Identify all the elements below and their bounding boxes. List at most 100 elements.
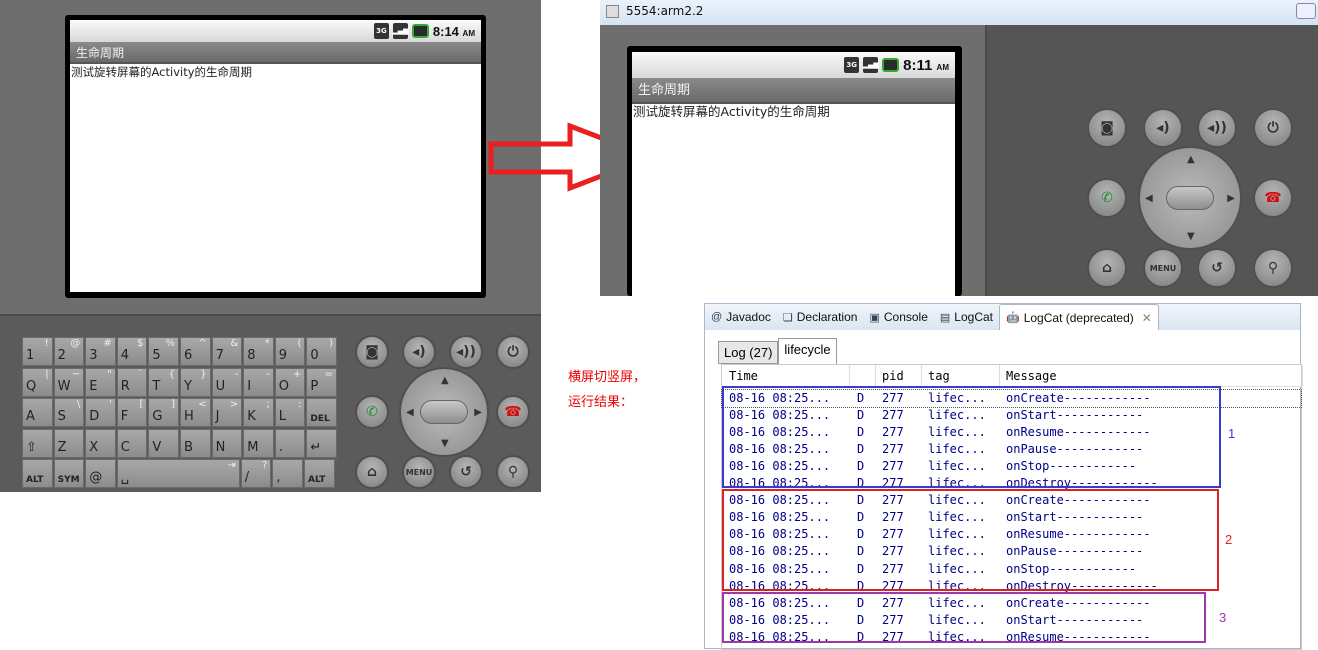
key-V[interactable]: V [148, 428, 179, 458]
key-K[interactable]: K; [243, 398, 274, 428]
column-divider[interactable] [999, 365, 1000, 387]
key-O[interactable]: O + [274, 367, 306, 397]
key-X[interactable]: X [85, 428, 116, 458]
key-1[interactable]: 1! [22, 337, 53, 366]
tab-logcat-deprecated-[interactable]: 🤖 LogCat (deprecated) ✕ [999, 304, 1159, 330]
key-T[interactable]: T{ [148, 367, 179, 397]
key-@[interactable]: @ [85, 459, 116, 489]
key-SYM[interactable]: SYM [53, 459, 85, 489]
volume-down-button[interactable]: ◂) [402, 335, 436, 369]
end-call-button[interactable]: ☎ [1253, 178, 1293, 218]
key-A[interactable]: A [22, 398, 53, 428]
key-3[interactable]: 3 # [85, 337, 116, 366]
volume-down-button[interactable]: ◂) [1143, 108, 1183, 148]
tab-javadoc[interactable]: @ Javadoc [705, 304, 777, 330]
group-label: 2 [1225, 532, 1233, 547]
dpad-down-icon[interactable]: ▼ [441, 438, 449, 449]
column-header[interactable]: Time [729, 365, 758, 387]
key-9[interactable]: 9( [274, 337, 306, 366]
camera-button[interactable]: ◙ [355, 335, 389, 369]
key-⇧[interactable]: ⇧ [22, 428, 53, 458]
key-E[interactable]: E " [85, 367, 116, 397]
dpad-right-icon[interactable]: ▶ [474, 407, 482, 418]
key-M[interactable]: M [243, 428, 274, 458]
key-4[interactable]: 4 $ [116, 337, 148, 366]
key-I[interactable]: I- [243, 367, 274, 397]
dpad[interactable]: ▲ ▼ ◀ ▶ [1138, 146, 1242, 250]
dpad-up-icon[interactable]: ▲ [441, 375, 449, 386]
key-P[interactable]: P = [306, 367, 337, 397]
power-button[interactable]: ⏻ [1253, 108, 1293, 148]
tab-console[interactable]: ▣ Console [863, 304, 933, 330]
key-/[interactable]: /? [240, 459, 272, 489]
key-ALT[interactable]: ALT [22, 459, 53, 489]
key-ALT[interactable]: ALT [304, 459, 335, 489]
close-icon[interactable]: ✕ [1142, 311, 1152, 325]
call-button[interactable]: ✆ [1087, 178, 1127, 218]
key-S[interactable]: S \ [53, 398, 85, 428]
column-header[interactable]: tag [928, 365, 950, 387]
column-divider[interactable] [1302, 365, 1303, 387]
column-header[interactable]: Message [1006, 365, 1057, 387]
tab-logcat[interactable]: ▤ LogCat [934, 304, 999, 330]
key-U[interactable]: U- [211, 367, 243, 397]
column-header[interactable]: pid [882, 365, 904, 387]
key-J[interactable]: J > [211, 398, 243, 428]
key-,[interactable]: , [272, 459, 303, 489]
key-5[interactable]: 5% [148, 337, 179, 366]
search-button[interactable]: ⚲ [496, 455, 530, 489]
subtab-lifecycle[interactable]: lifecycle [778, 338, 837, 364]
key-↵[interactable]: ↵ [306, 428, 337, 458]
key-B[interactable]: B [180, 428, 211, 458]
tab-declaration[interactable]: ❏ Declaration [777, 304, 864, 330]
search-button[interactable]: ⚲ [1253, 248, 1293, 288]
key-D[interactable]: D ' [85, 398, 116, 428]
dpad-down-icon[interactable]: ▼ [1187, 231, 1195, 242]
key-0[interactable]: 0) [306, 337, 337, 366]
dpad-center-button[interactable] [420, 400, 468, 424]
menu-button[interactable]: MENU [402, 455, 436, 489]
menu-button[interactable]: MENU [1143, 248, 1183, 288]
volume-up-button[interactable]: ◂)) [449, 335, 483, 369]
call-button[interactable]: ✆ [355, 395, 389, 429]
key-8[interactable]: 8 * [243, 337, 274, 366]
back-button[interactable]: ↺ [1197, 248, 1237, 288]
camera-button[interactable]: ◙ [1087, 108, 1127, 148]
key-2[interactable]: 2 @ [53, 337, 85, 366]
key-6[interactable]: 6 ^ [180, 337, 211, 366]
key-C[interactable]: C [116, 428, 148, 458]
key-H[interactable]: H < [180, 398, 211, 428]
minimize-button[interactable] [1296, 3, 1316, 19]
column-divider[interactable] [875, 365, 876, 387]
column-divider[interactable] [921, 365, 922, 387]
dpad-center-button[interactable] [1166, 186, 1214, 210]
key-Y[interactable]: Y} [180, 367, 211, 397]
key-Q[interactable]: Q | [22, 367, 53, 397]
key-W[interactable]: W ~ [53, 367, 85, 397]
volume-up-button[interactable]: ◂)) [1197, 108, 1237, 148]
dpad-left-icon[interactable]: ◀ [406, 407, 414, 418]
key-Z[interactable]: Z [53, 428, 85, 458]
dpad[interactable]: ▲ ▼ ◀ ▶ [399, 367, 489, 457]
key-DEL[interactable]: DEL [306, 398, 337, 428]
power-button[interactable]: ⏻ [496, 335, 530, 369]
key-G[interactable]: G] [148, 398, 179, 428]
column-divider[interactable] [849, 365, 850, 387]
key-F[interactable]: F[ [116, 398, 148, 428]
subtab-log[interactable]: Log (27) [718, 341, 779, 364]
home-button[interactable]: ⌂ [355, 455, 389, 489]
home-button[interactable]: ⌂ [1087, 248, 1127, 288]
back-button[interactable]: ↺ [449, 455, 483, 489]
end-call-button[interactable]: ☎ [496, 395, 530, 429]
key-label: R [120, 378, 130, 394]
key-7[interactable]: 7 & [211, 337, 243, 366]
key-R[interactable]: R ` [116, 367, 148, 397]
dpad-right-icon[interactable]: ▶ [1227, 193, 1235, 204]
key-alt-label: } [200, 368, 207, 380]
key-L[interactable]: L: [274, 398, 306, 428]
key-N[interactable]: N [211, 428, 243, 458]
dpad-up-icon[interactable]: ▲ [1187, 154, 1195, 165]
key-.[interactable]: . [274, 428, 306, 458]
dpad-left-icon[interactable]: ◀ [1145, 193, 1153, 204]
key-␣[interactable]: ␣ ⇥ [116, 459, 240, 489]
